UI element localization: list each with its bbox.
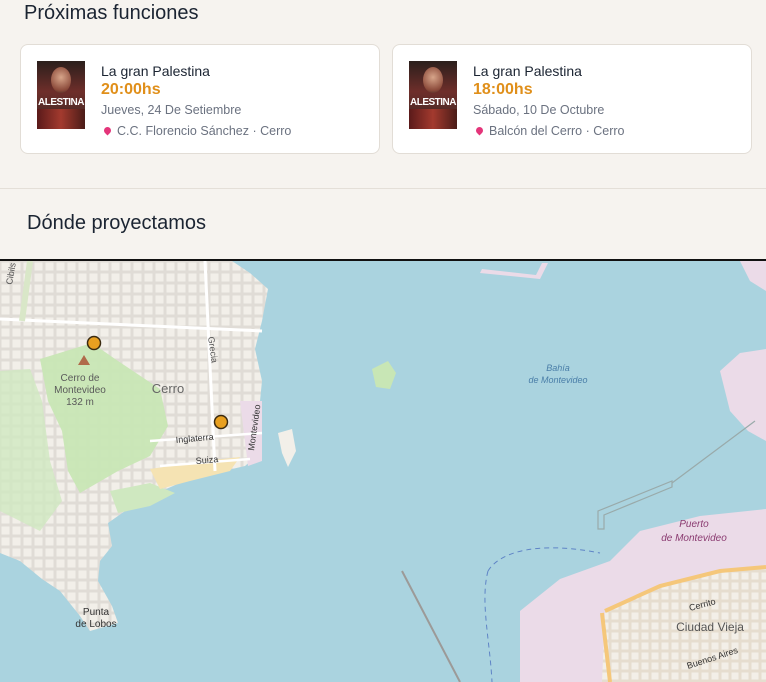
screening-venue: C.C. Florencio Sánchez · Cerro xyxy=(101,124,291,138)
street-label: Suiza xyxy=(195,454,218,466)
screening-time: 18:00hs xyxy=(473,81,533,98)
movie-poster: ALESTINA xyxy=(37,61,85,129)
movie-poster: ALESTINA xyxy=(409,61,457,129)
venue-map[interactable]: Cibils Grecia Cerro de Montevideo 132 m … xyxy=(0,259,766,682)
water-label: de Montevideo xyxy=(528,375,587,385)
neighborhood-label: Cerro xyxy=(152,381,185,396)
place-label: de Lobos xyxy=(75,619,116,630)
location-pin-icon xyxy=(474,125,485,136)
location-pin-icon xyxy=(102,125,113,136)
venue-marker[interactable] xyxy=(86,335,102,351)
water-label: Bahía xyxy=(546,363,570,373)
section-title-upcoming: Próximas funciones xyxy=(24,2,199,24)
hill-label: Montevideo xyxy=(54,385,106,396)
screening-date: Sábado, 10 De Octubre xyxy=(473,103,605,117)
screening-title: La gran Palestina xyxy=(101,63,210,79)
screening-time: 20:00hs xyxy=(101,81,161,98)
venue-marker[interactable] xyxy=(213,414,229,430)
port-label: Puerto xyxy=(679,519,709,530)
port-label: de Montevideo xyxy=(661,533,727,544)
section-divider xyxy=(0,188,766,189)
screening-date: Jueves, 24 De Setiembre xyxy=(101,103,242,117)
neighborhood-label: Ciudad Vieja xyxy=(676,620,744,634)
screening-venue: Balcón del Cerro · Cerro xyxy=(473,124,624,138)
screening-title: La gran Palestina xyxy=(473,63,582,79)
elevation-label: 132 m xyxy=(66,397,94,408)
section-title-where: Dónde proyectamos xyxy=(27,212,206,234)
hill-label: Cerro de xyxy=(61,373,100,384)
screening-card[interactable]: ALESTINA La gran Palestina 18:00hs Sábad… xyxy=(392,44,752,154)
screening-card[interactable]: ALESTINA La gran Palestina 20:00hs Jueve… xyxy=(20,44,380,154)
place-label: Punta xyxy=(83,607,110,618)
